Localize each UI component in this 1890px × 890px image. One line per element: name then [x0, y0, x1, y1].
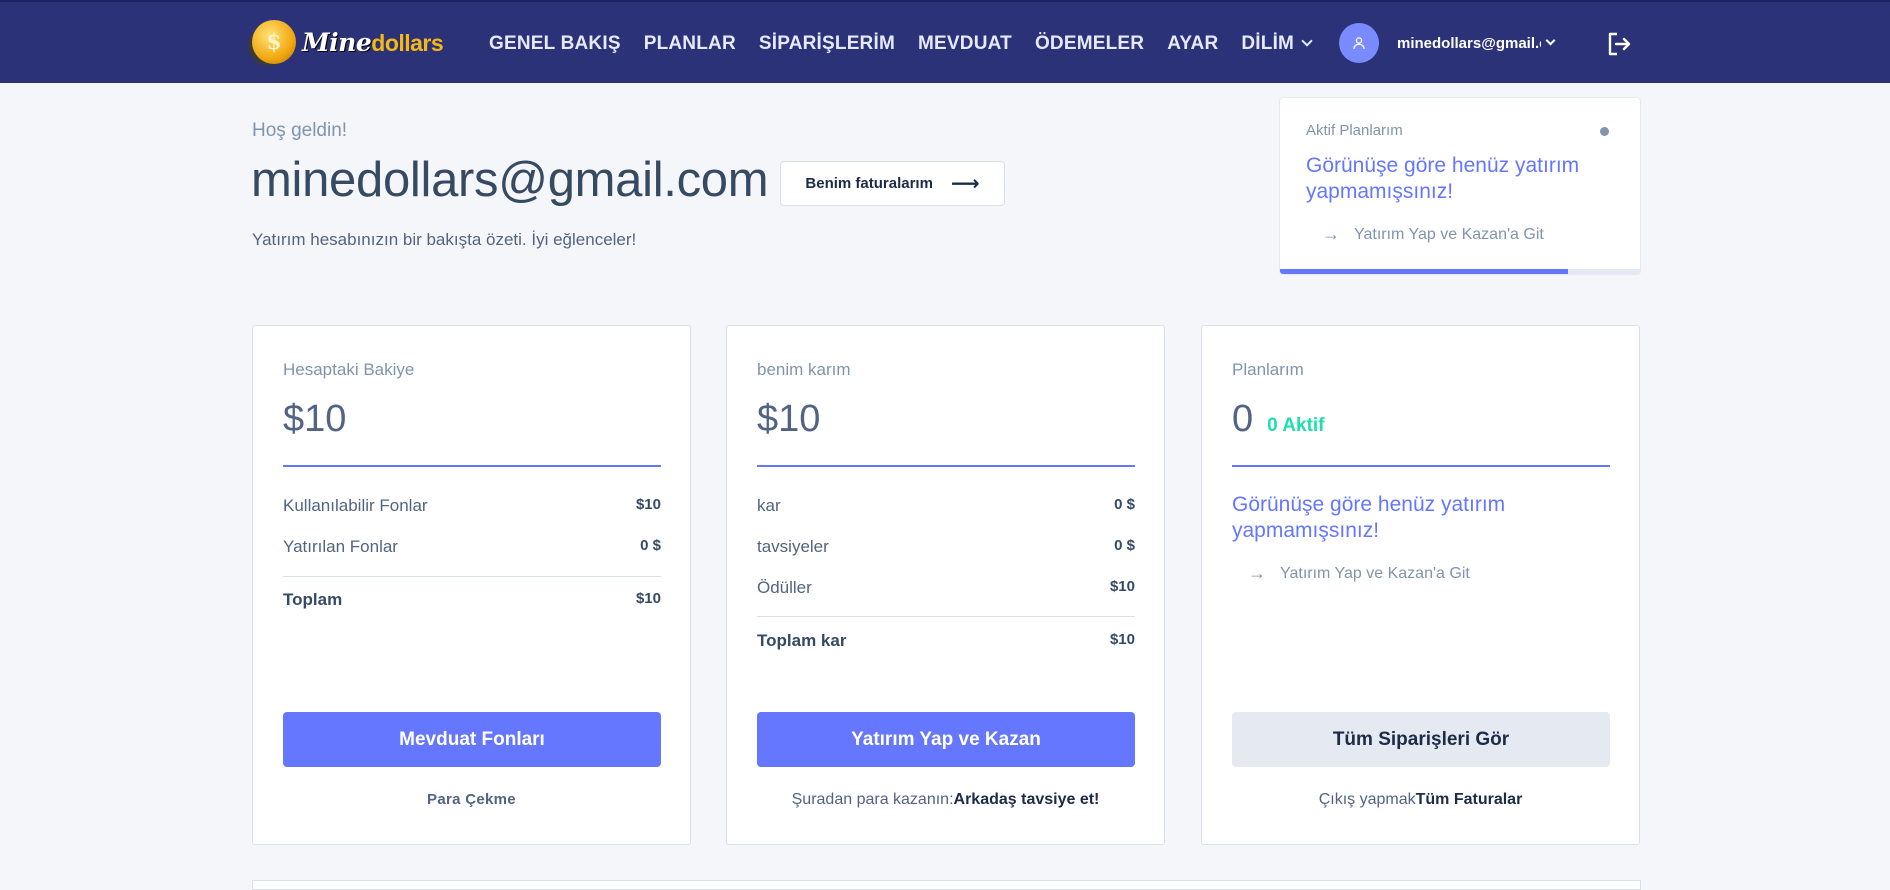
withdraw-link[interactable]: Para Çekme: [253, 791, 690, 808]
my-plans-card: Planlarım 00 Aktif Görünüşe göre henüz y…: [1201, 325, 1640, 845]
balance-amount: $10: [283, 398, 347, 440]
site-logo[interactable]: $ Minedollars: [252, 20, 444, 64]
nav-item-deposit[interactable]: MEVDUAT: [918, 33, 1012, 55]
balance-title: Hesaptaki Bakiye: [283, 360, 415, 379]
chevron-down-icon: [1545, 35, 1556, 46]
top-navbar: $ Minedollars GENEL BAKIŞ PLANLAR SİPARİ…: [0, 0, 1890, 83]
arrow-right-icon: →: [1248, 563, 1266, 583]
nav-item-orders[interactable]: SİPARİŞLERİM: [759, 33, 895, 55]
list-item: Yatırılan Fonlar 0 $: [283, 537, 661, 556]
invest-and-earn-button[interactable]: Yatırım Yap ve Kazan: [757, 712, 1135, 767]
go-invest-link[interactable]: → Yatırım Yap ve Kazan'a Git: [1322, 224, 1544, 245]
user-dropdown[interactable]: minedollars@gmail.c: [1339, 23, 1556, 63]
referral-footer: Şuradan para kazanın:Arkadaş tavsiye et!: [791, 791, 1100, 808]
list-item: Kullanılabilir Fonlar $10: [283, 496, 661, 515]
my-invoices-button[interactable]: Benim faturalarım ⟶: [780, 161, 1005, 206]
nav-item-language[interactable]: DİLİM: [1241, 33, 1313, 55]
view-all-orders-button[interactable]: Tüm Siparişleri Gör: [1232, 712, 1610, 767]
avatar: [1339, 23, 1379, 63]
chevron-down-icon: [1301, 35, 1313, 47]
active-plans-card: Aktif Planlarım Görünüşe göre henüz yatı…: [1279, 97, 1641, 275]
progress-fill: [1280, 269, 1568, 274]
page-subtitle: Yatırım hesabınızın bir bakışta özeti. İ…: [252, 230, 637, 249]
main-nav: GENEL BAKIŞ PLANLAR SİPARİŞLERİM MEVDUAT…: [489, 2, 1334, 85]
nav-item-overview[interactable]: GENEL BAKIŞ: [489, 33, 621, 55]
arrow-right-icon: →: [1322, 224, 1340, 244]
arrow-right-icon: ⟶: [950, 173, 980, 195]
divider: [1232, 465, 1610, 467]
coin-icon: $: [252, 20, 296, 64]
nav-item-settings[interactable]: AYAR: [1167, 33, 1218, 55]
greeting: Hoş geldin!: [252, 120, 348, 141]
active-plans-title: Aktif Planlarım: [1306, 122, 1403, 139]
go-invest-link[interactable]: → Yatırım Yap ve Kazan'a Git: [1248, 563, 1470, 584]
logout-icon: [1608, 32, 1631, 56]
list-item: kar 0 $: [757, 496, 1135, 515]
total-row: Toplam kar $10: [757, 631, 1135, 650]
logout-button[interactable]: [1606, 31, 1632, 62]
divider: [283, 576, 661, 577]
no-investment-message: Görünüşe göre henüz yatırım yapmamışsını…: [1232, 493, 1506, 542]
invoices-footer: Çıkış yapmakTüm Faturalar: [1318, 791, 1523, 808]
user-icon: [1353, 37, 1365, 50]
user-email: minedollars@gmail.c: [1397, 34, 1541, 52]
status-dot-icon: [1600, 127, 1609, 136]
deposit-funds-button[interactable]: Mevduat Fonları: [283, 712, 661, 767]
plans-count: 00 Aktif: [1232, 398, 1325, 440]
profit-card: benim karım $10 kar 0 $ tavsiyeler 0 $ Ödü…: [726, 325, 1165, 845]
total-row: Toplam $10: [283, 590, 661, 609]
plans-title: Planlarım: [1232, 360, 1304, 379]
logo-text: Minedollars: [302, 27, 444, 57]
next-section-edge: [252, 880, 1641, 890]
all-invoices-link[interactable]: Tüm Faturalar: [1416, 791, 1523, 808]
profit-amount: $10: [757, 398, 821, 440]
no-investment-message: Görünüşe göre henüz yatırım yapmamışsını…: [1306, 154, 1580, 203]
divider: [283, 465, 661, 467]
page-title: minedollars@gmail.com: [251, 153, 769, 207]
nav-item-plans[interactable]: PLANLAR: [644, 33, 736, 55]
profit-title: benim karım: [757, 360, 851, 379]
active-badge: 0 Aktif: [1267, 415, 1325, 436]
list-item: Ödüller $10: [757, 578, 1135, 597]
nav-item-payments[interactable]: ÖDEMELER: [1035, 33, 1144, 55]
progress-bar: [1280, 269, 1640, 274]
list-item: tavsiyeler 0 $: [757, 537, 1135, 556]
divider: [757, 616, 1135, 617]
balance-card: Hesaptaki Bakiye $10 Kullanılabilir Fonl…: [252, 325, 691, 845]
divider: [757, 465, 1135, 467]
refer-friend-link[interactable]: Arkadaş tavsiye et!: [954, 791, 1100, 808]
